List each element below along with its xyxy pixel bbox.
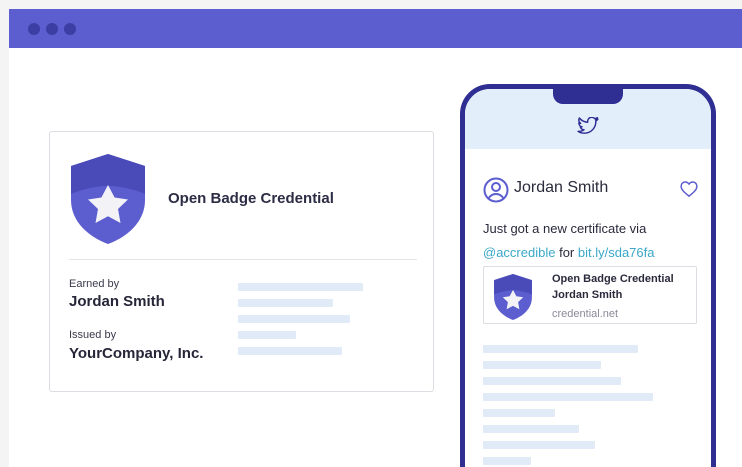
issued-by-value: YourCompany, Inc. <box>69 345 204 362</box>
phone-notch <box>553 89 623 104</box>
window-titlebar <box>9 9 742 48</box>
placeholder-line <box>238 331 296 339</box>
window-control-close[interactable] <box>28 23 40 35</box>
placeholder-line <box>238 347 342 355</box>
window-control-maximize[interactable] <box>64 23 76 35</box>
twitter-icon <box>577 117 599 134</box>
placeholder-line <box>483 361 601 369</box>
mention-link[interactable]: @accredible <box>483 245 555 260</box>
preview-title: Open Badge Credential <box>552 273 674 285</box>
issued-by-label: Issued by <box>69 329 117 341</box>
placeholder-line <box>483 409 555 417</box>
tweet-text: Just got a new certificate via <box>483 221 647 236</box>
badge-shield-icon <box>71 154 145 244</box>
placeholder-line <box>483 393 653 401</box>
placeholder-line <box>483 377 621 385</box>
preview-domain: credential.net <box>552 308 619 320</box>
credential-card: Open Badge Credential Earned by Jordan S… <box>49 131 434 392</box>
placeholder-line <box>238 315 350 323</box>
heart-icon[interactable] <box>680 181 698 197</box>
tweet-author[interactable]: Jordan Smith <box>514 179 608 197</box>
tweet-for-word: for <box>559 245 575 260</box>
placeholder-line <box>238 299 333 307</box>
tweet-text-line2: @accredible for bit.ly/sda76fa <box>483 245 654 260</box>
badge-shield-icon <box>494 274 532 320</box>
placeholder-line <box>483 441 595 449</box>
short-link[interactable]: bit.ly/sda76fa <box>578 245 655 260</box>
earned-by-label: Earned by <box>69 278 120 290</box>
credential-title: Open Badge Credential <box>168 190 334 207</box>
browser-window: Open Badge Credential Earned by Jordan S… <box>9 9 742 467</box>
preview-name: Jordan Smith <box>552 289 623 301</box>
divider <box>69 259 417 260</box>
placeholder-line <box>483 345 638 353</box>
tweet-header <box>465 89 711 149</box>
placeholder-line <box>483 457 531 465</box>
link-preview-card[interactable]: Open Badge Credential Jordan Smith crede… <box>483 266 697 324</box>
earned-by-value: Jordan Smith <box>69 293 165 310</box>
user-avatar-icon <box>483 177 509 203</box>
window-control-minimize[interactable] <box>46 23 58 35</box>
placeholder-line <box>238 283 363 291</box>
placeholder-line <box>483 425 579 433</box>
phone-mockup: Jordan Smith Just got a new certificate … <box>460 84 716 467</box>
